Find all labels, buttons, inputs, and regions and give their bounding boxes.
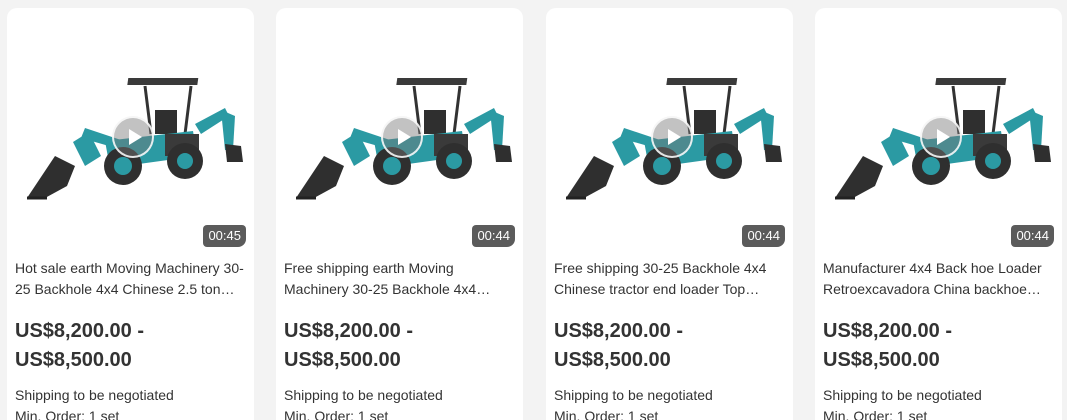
product-card[interactable]: 00:44 Free shipping 30-25 Backhole 4x4 C… xyxy=(546,8,793,420)
play-icon[interactable] xyxy=(651,116,693,158)
play-icon[interactable] xyxy=(920,116,962,158)
product-card[interactable]: 00:44 Manufacturer 4x4 Back hoe Loader R… xyxy=(815,8,1062,420)
price-high: US$8,500.00 xyxy=(284,349,401,371)
price-high: US$8,500.00 xyxy=(554,349,671,371)
min-order: Min. Order: 1 set xyxy=(554,408,659,420)
product-media[interactable]: 00:45 xyxy=(15,16,246,247)
product-price: US$8,200.00 - US$8,500.00 xyxy=(15,317,247,375)
product-title[interactable]: Manufacturer 4x4 Back hoe Loader Retroex… xyxy=(823,258,1055,300)
product-card[interactable]: 00:44 Free shipping earth Moving Machine… xyxy=(276,8,523,420)
product-price: US$8,200.00 - US$8,500.00 xyxy=(823,317,1055,375)
price-high: US$8,500.00 xyxy=(15,349,132,371)
product-title[interactable]: Free shipping 30-25 Backhole 4x4 Chinese… xyxy=(554,258,786,300)
product-price: US$8,200.00 - US$8,500.00 xyxy=(554,317,786,375)
product-media[interactable]: 00:44 xyxy=(284,16,515,247)
product-grid: 00:45 Hot sale earth Moving Machinery 30… xyxy=(0,0,1067,420)
shipping-info: Shipping to be negotiated xyxy=(554,387,713,403)
shipping-info: Shipping to be negotiated xyxy=(823,387,982,403)
price-low: US$8,200.00 - xyxy=(554,320,683,342)
video-duration: 00:44 xyxy=(1011,225,1054,247)
video-duration: 00:45 xyxy=(203,225,246,247)
min-order: Min. Order: 1 set xyxy=(823,408,928,420)
price-low: US$8,200.00 - xyxy=(823,320,952,342)
product-media[interactable]: 00:44 xyxy=(554,16,785,247)
video-duration: 00:44 xyxy=(472,225,515,247)
product-price: US$8,200.00 - US$8,500.00 xyxy=(284,317,516,375)
play-icon[interactable] xyxy=(381,116,423,158)
product-title[interactable]: Free shipping earth Moving Machinery 30-… xyxy=(284,258,516,300)
shipping-info: Shipping to be negotiated xyxy=(284,387,443,403)
min-order: Min. Order: 1 set xyxy=(15,408,120,420)
price-low: US$8,200.00 - xyxy=(284,320,413,342)
product-media[interactable]: 00:44 xyxy=(823,16,1054,247)
video-duration: 00:44 xyxy=(742,225,785,247)
product-card[interactable]: 00:45 Hot sale earth Moving Machinery 30… xyxy=(7,8,254,420)
min-order: Min. Order: 1 set xyxy=(284,408,389,420)
price-low: US$8,200.00 - xyxy=(15,320,144,342)
play-icon[interactable] xyxy=(112,116,154,158)
price-high: US$8,500.00 xyxy=(823,349,940,371)
product-title[interactable]: Hot sale earth Moving Machinery 30-25 Ba… xyxy=(15,258,247,300)
shipping-info: Shipping to be negotiated xyxy=(15,387,174,403)
